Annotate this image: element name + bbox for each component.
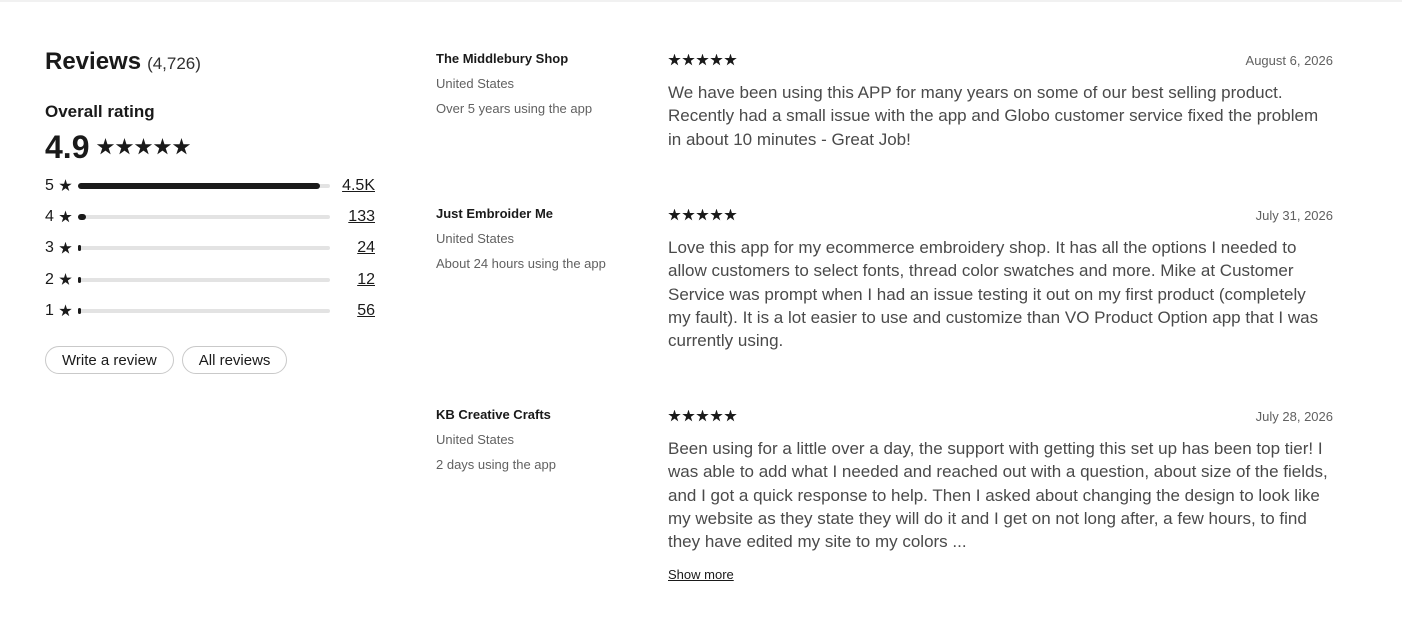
rating-row-stars: 1 [45, 301, 54, 319]
rating-bar-fill [78, 245, 81, 252]
star-icon [682, 409, 695, 422]
rating-bar-fill [78, 182, 320, 189]
star-icon [59, 210, 72, 223]
write-review-button[interactable]: Write a review [45, 346, 174, 375]
review-date: August 6, 2026 [1245, 52, 1333, 68]
all-reviews-button[interactable]: All reviews [181, 346, 288, 375]
rating-row-2[interactable]: 2 12 [45, 264, 375, 295]
rating-bar-fill [78, 307, 81, 314]
star-icon [59, 179, 72, 191]
reviews-header: Reviews (4,726) [45, 48, 375, 76]
star-icon [682, 208, 695, 221]
reviewer-country: United States [436, 432, 515, 447]
star-icon [724, 208, 737, 221]
rating-distribution: 5 4.5K 4 133 3 24 2 12 1 56 [45, 170, 375, 326]
star-icon [668, 53, 681, 66]
rating-row-4[interactable]: 4 133 [45, 201, 375, 232]
overall-rating: 4.9 [45, 128, 375, 166]
review-header: July 31, 2026 [668, 206, 1333, 224]
rating-row-1[interactable]: 1 56 [45, 295, 375, 326]
review-text: We have been using this APP for many yea… [668, 83, 1319, 149]
review-body: July 31, 2026 Love this app for my ecomm… [668, 206, 1333, 352]
reviewer-shop-name: Just Embroider Me [436, 206, 554, 221]
rating-bar-fill [78, 213, 86, 220]
star-icon [682, 53, 695, 66]
rating-row-count[interactable]: 24 [357, 239, 375, 257]
review-stars [668, 208, 737, 222]
reviewer-country: United States [436, 231, 515, 246]
star-icon [172, 138, 191, 155]
rating-row-count[interactable]: 56 [357, 302, 375, 320]
rating-row-stars: 4 [45, 207, 54, 225]
review-header: July 28, 2026 [668, 407, 1333, 425]
star-icon [59, 304, 72, 317]
star-icon [153, 138, 172, 155]
star-icon [668, 409, 681, 422]
rating-bar [78, 276, 330, 283]
star-icon [115, 138, 134, 155]
rating-row-3[interactable]: 3 24 [45, 233, 375, 264]
rating-bar [78, 213, 330, 220]
star-icon [724, 409, 737, 422]
reviewer-usage: Over 5 years using the app [436, 101, 593, 116]
overall-rating-stars [96, 138, 191, 156]
star-icon [710, 208, 723, 221]
star-icon [710, 409, 723, 422]
rating-row-stars: 2 [45, 270, 54, 288]
rating-row-count[interactable]: 4.5K [342, 177, 375, 195]
review-date: July 28, 2026 [1255, 408, 1333, 424]
rating-row-count[interactable]: 133 [348, 208, 375, 226]
rating-summary: Reviews (4,726) Overall rating 4.9 5 4.5… [45, 48, 375, 375]
star-icon [668, 208, 681, 221]
reviews-count: (4,726) [147, 54, 201, 73]
review-text: Love this app for my ecommerce embroider… [668, 238, 1319, 351]
star-icon [59, 241, 72, 254]
reviewer-info: KB Creative Crafts United States 2 days … [436, 407, 656, 473]
review-body: August 6, 2026 We have been using this A… [668, 51, 1333, 151]
show-more-link[interactable]: Show more [668, 567, 734, 582]
star-icon [696, 208, 709, 221]
rating-bar [78, 245, 330, 252]
rating-row-5[interactable]: 5 4.5K [45, 170, 375, 201]
review-date: July 31, 2026 [1255, 207, 1333, 223]
reviewer-info: The Middlebury Shop United States Over 5… [436, 51, 656, 117]
review-header: August 6, 2026 [668, 51, 1333, 69]
reviewer-country: United States [436, 76, 515, 91]
review-body: July 28, 2026 Been using for a little ov… [668, 407, 1333, 584]
star-icon [696, 409, 709, 422]
reviewer-usage: 2 days using the app [436, 457, 556, 472]
star-icon [724, 53, 737, 66]
rating-row-stars: 5 [45, 176, 54, 194]
star-icon [710, 53, 723, 66]
reviewer-info: Just Embroider Me United States About 24… [436, 206, 656, 272]
star-icon [96, 138, 115, 155]
reviewer-shop-name: The Middlebury Shop [436, 51, 569, 66]
rating-row-count[interactable]: 12 [357, 271, 375, 289]
top-divider [0, 0, 1402, 2]
reviewer-shop-name: KB Creative Crafts [436, 407, 551, 422]
review-actions: Write a review All reviews [45, 346, 375, 375]
overall-rating-label: Overall rating [45, 102, 155, 121]
star-icon [59, 273, 72, 285]
star-icon [696, 53, 709, 66]
overall-rating-value: 4.9 [45, 128, 90, 165]
review-stars [668, 53, 737, 67]
star-icon [134, 138, 153, 155]
rating-bar-fill [78, 276, 81, 283]
rating-row-stars: 3 [45, 239, 54, 257]
review-stars [668, 409, 737, 423]
review-text: Been using for a little over a day, the … [668, 439, 1328, 552]
rating-bar [78, 307, 330, 314]
rating-bar [78, 182, 330, 189]
reviews-title: Reviews [45, 48, 142, 75]
reviewer-usage: About 24 hours using the app [436, 256, 606, 271]
